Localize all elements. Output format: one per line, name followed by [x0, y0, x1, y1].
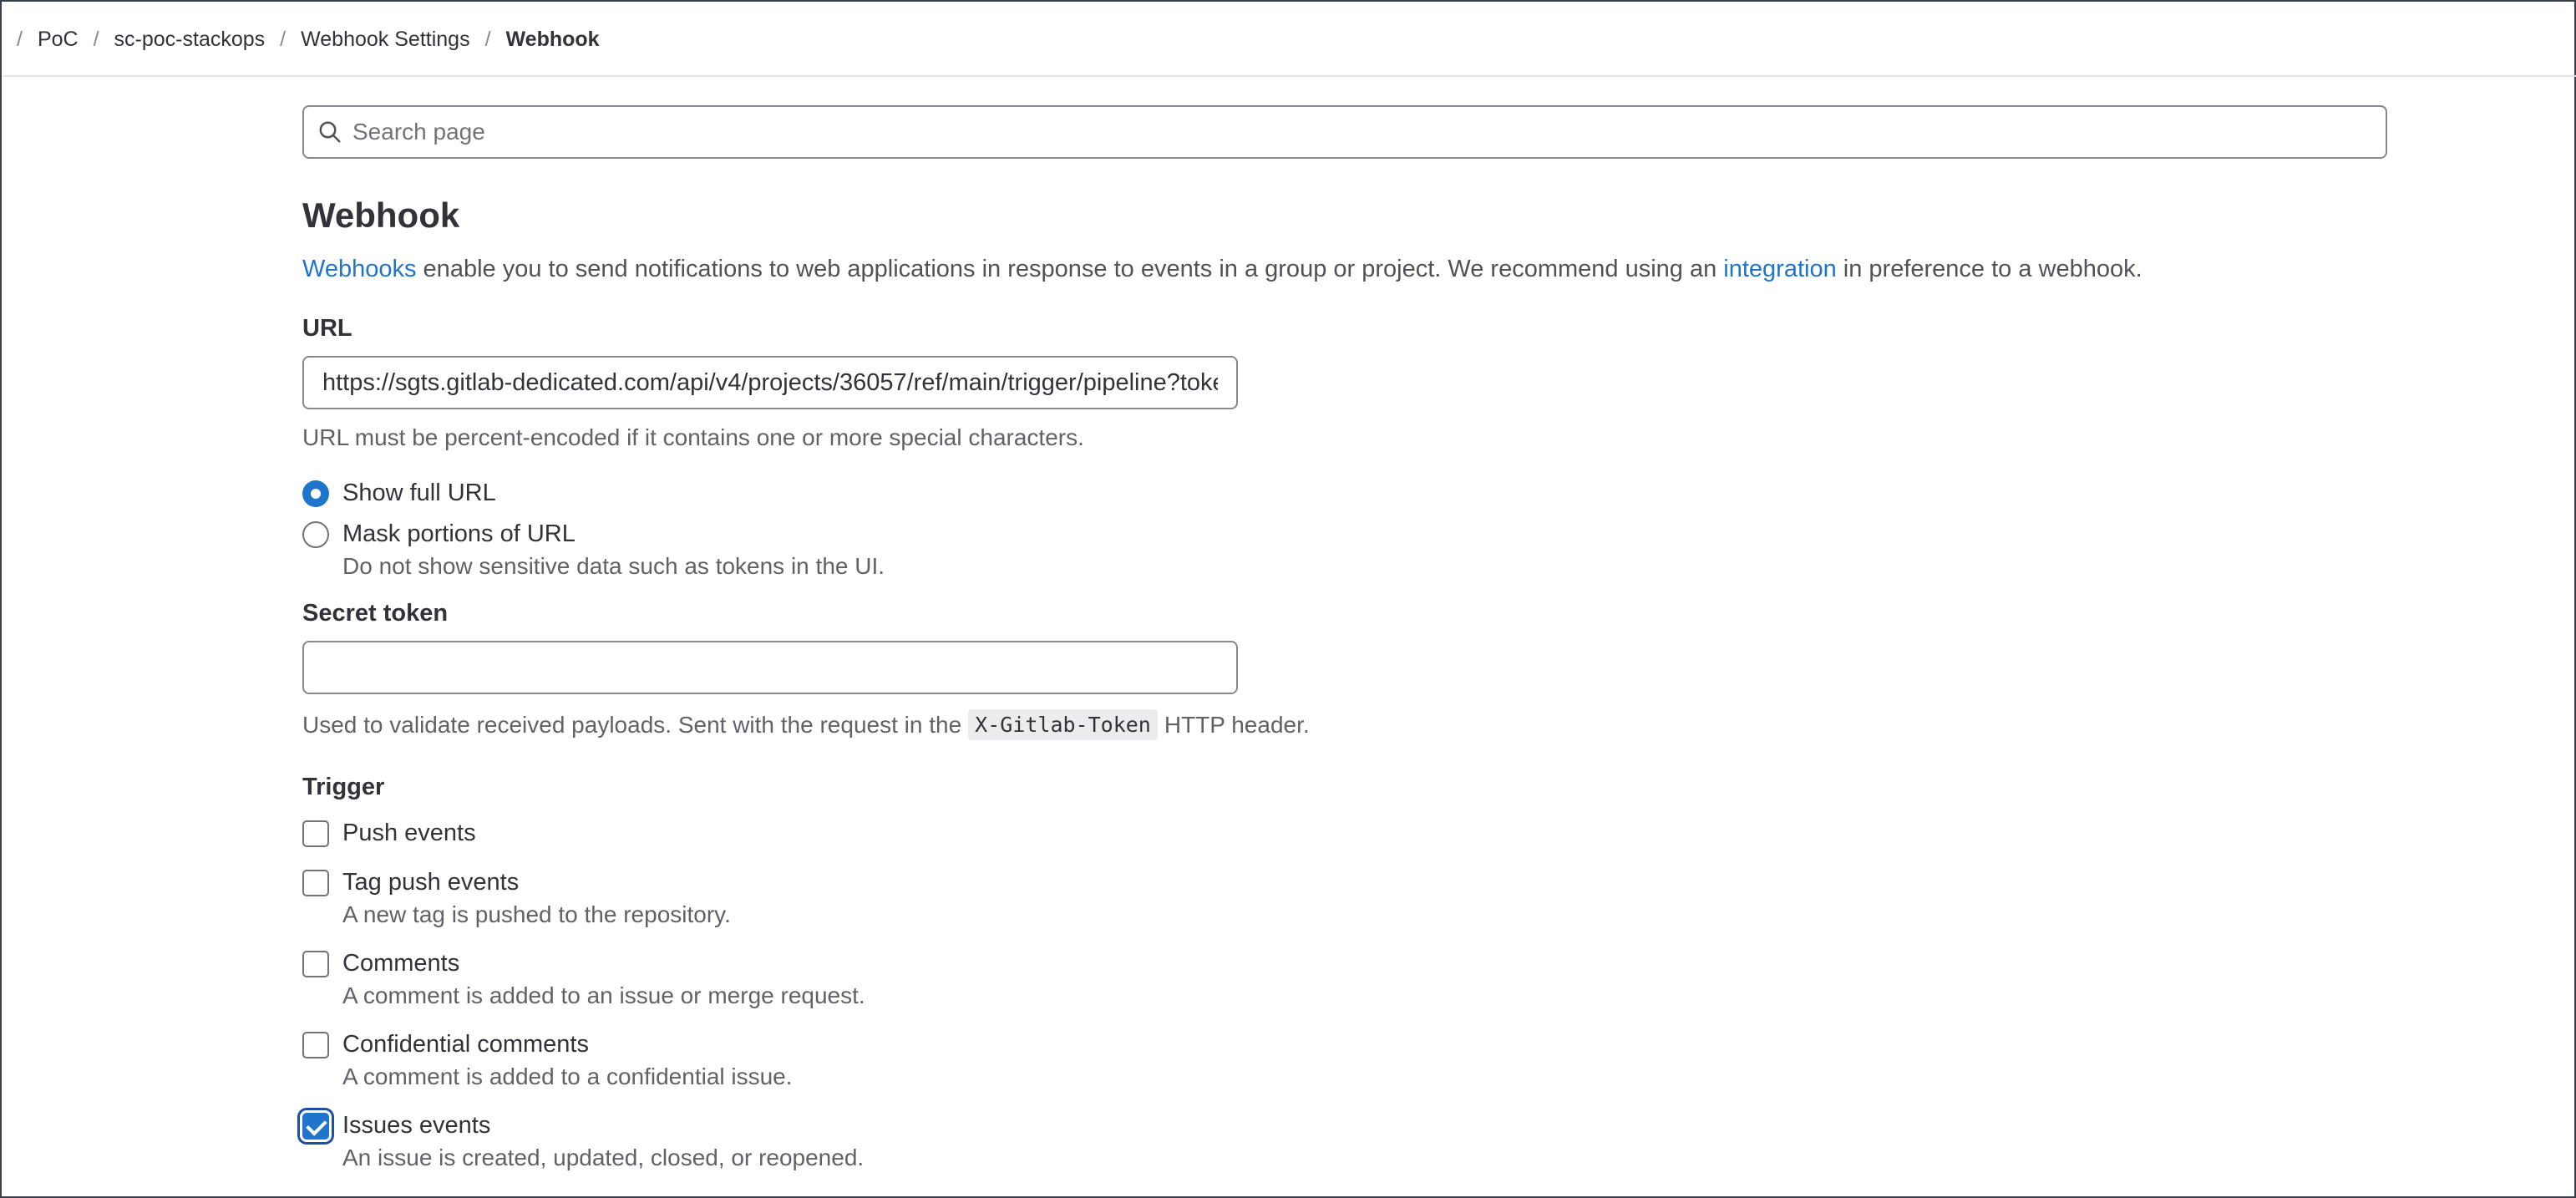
url-help-text: URL must be percent-encoded if it contai… — [302, 424, 1084, 450]
tag-push-events-label: Tag push events — [342, 869, 520, 896]
search-input[interactable] — [352, 119, 2357, 145]
breadcrumb-separator: / — [280, 27, 287, 51]
push-events-checkbox[interactable] — [302, 820, 329, 847]
breadcrumb: / PoC / sc-poc-stackops / Webhook Settin… — [3, 3, 2576, 77]
trigger-label: Trigger — [302, 774, 385, 800]
breadcrumb-separator: / — [17, 27, 23, 51]
webhooks-docs-link[interactable]: Webhooks — [302, 256, 417, 282]
push-events-option[interactable]: Push events — [302, 820, 2387, 847]
issues-events-label: Issues events — [342, 1112, 491, 1139]
comments-checkbox[interactable] — [302, 950, 329, 977]
push-events-label: Push events — [342, 820, 476, 846]
secret-token-help: Used to validate received payloads. Sent… — [302, 709, 2387, 740]
breadcrumb-current: Webhook — [505, 27, 600, 51]
confidential-comments-option[interactable]: Confidential comments — [302, 1031, 2387, 1058]
show-full-url-option[interactable]: Show full URL — [302, 480, 2387, 507]
page-title: Webhook — [302, 195, 460, 235]
url-label: URL — [302, 315, 352, 342]
secret-token-help-suffix: HTTP header. — [1164, 711, 1310, 738]
confidential-comments-help: A comment is added to a confidential iss… — [342, 1063, 793, 1089]
intro-text-end: in preference to a webhook. — [1836, 256, 2142, 282]
breadcrumb-item-poc[interactable]: PoC — [38, 28, 79, 52]
search-icon — [319, 121, 341, 143]
mask-url-label: Mask portions of URL — [342, 520, 576, 547]
breadcrumb-separator: / — [484, 27, 491, 51]
breadcrumb-separator: / — [93, 27, 99, 51]
mask-url-option[interactable]: Mask portions of URL — [302, 520, 2387, 548]
main-content: Webhook Webhooks enable you to send noti… — [302, 105, 2387, 1171]
mask-url-radio[interactable] — [302, 520, 329, 548]
intro-text: enable you to send notifications to web … — [416, 256, 1724, 282]
breadcrumb-item-project[interactable]: sc-poc-stackops — [114, 28, 266, 52]
comments-option[interactable]: Comments — [302, 950, 2387, 977]
issues-events-help: An issue is created, updated, closed, or… — [342, 1145, 865, 1170]
url-input[interactable] — [302, 356, 1238, 409]
header-code: X-Gitlab-Token — [968, 709, 1158, 740]
secret-token-input[interactable] — [302, 641, 1238, 694]
comments-label: Comments — [342, 950, 460, 977]
window-frame: / PoC / sc-poc-stackops / Webhook Settin… — [0, 0, 2576, 1198]
secret-token-help-text: Used to validate received payloads. Sent… — [302, 711, 962, 738]
tag-push-events-checkbox[interactable] — [302, 869, 329, 896]
issues-events-option[interactable]: Issues events — [302, 1112, 2387, 1140]
confidential-comments-label: Confidential comments — [342, 1031, 589, 1058]
breadcrumb-item-webhook-settings[interactable]: Webhook Settings — [301, 28, 469, 52]
integration-link[interactable]: integration — [1723, 256, 1836, 282]
mask-url-help: Do not show sensitive data such as token… — [342, 553, 885, 579]
tag-push-events-help: A new tag is pushed to the repository. — [342, 901, 731, 927]
search-box[interactable] — [302, 105, 2387, 159]
secret-token-label: Secret token — [302, 600, 449, 627]
page-description: Webhooks enable you to send notification… — [302, 256, 2387, 283]
comments-help: A comment is added to an issue or merge … — [342, 982, 865, 1008]
show-full-url-radio[interactable] — [302, 480, 329, 507]
confidential-comments-checkbox[interactable] — [302, 1031, 329, 1058]
show-full-url-label: Show full URL — [342, 480, 496, 506]
issues-events-checkbox[interactable] — [302, 1112, 329, 1140]
tag-push-events-option[interactable]: Tag push events — [302, 869, 2387, 896]
